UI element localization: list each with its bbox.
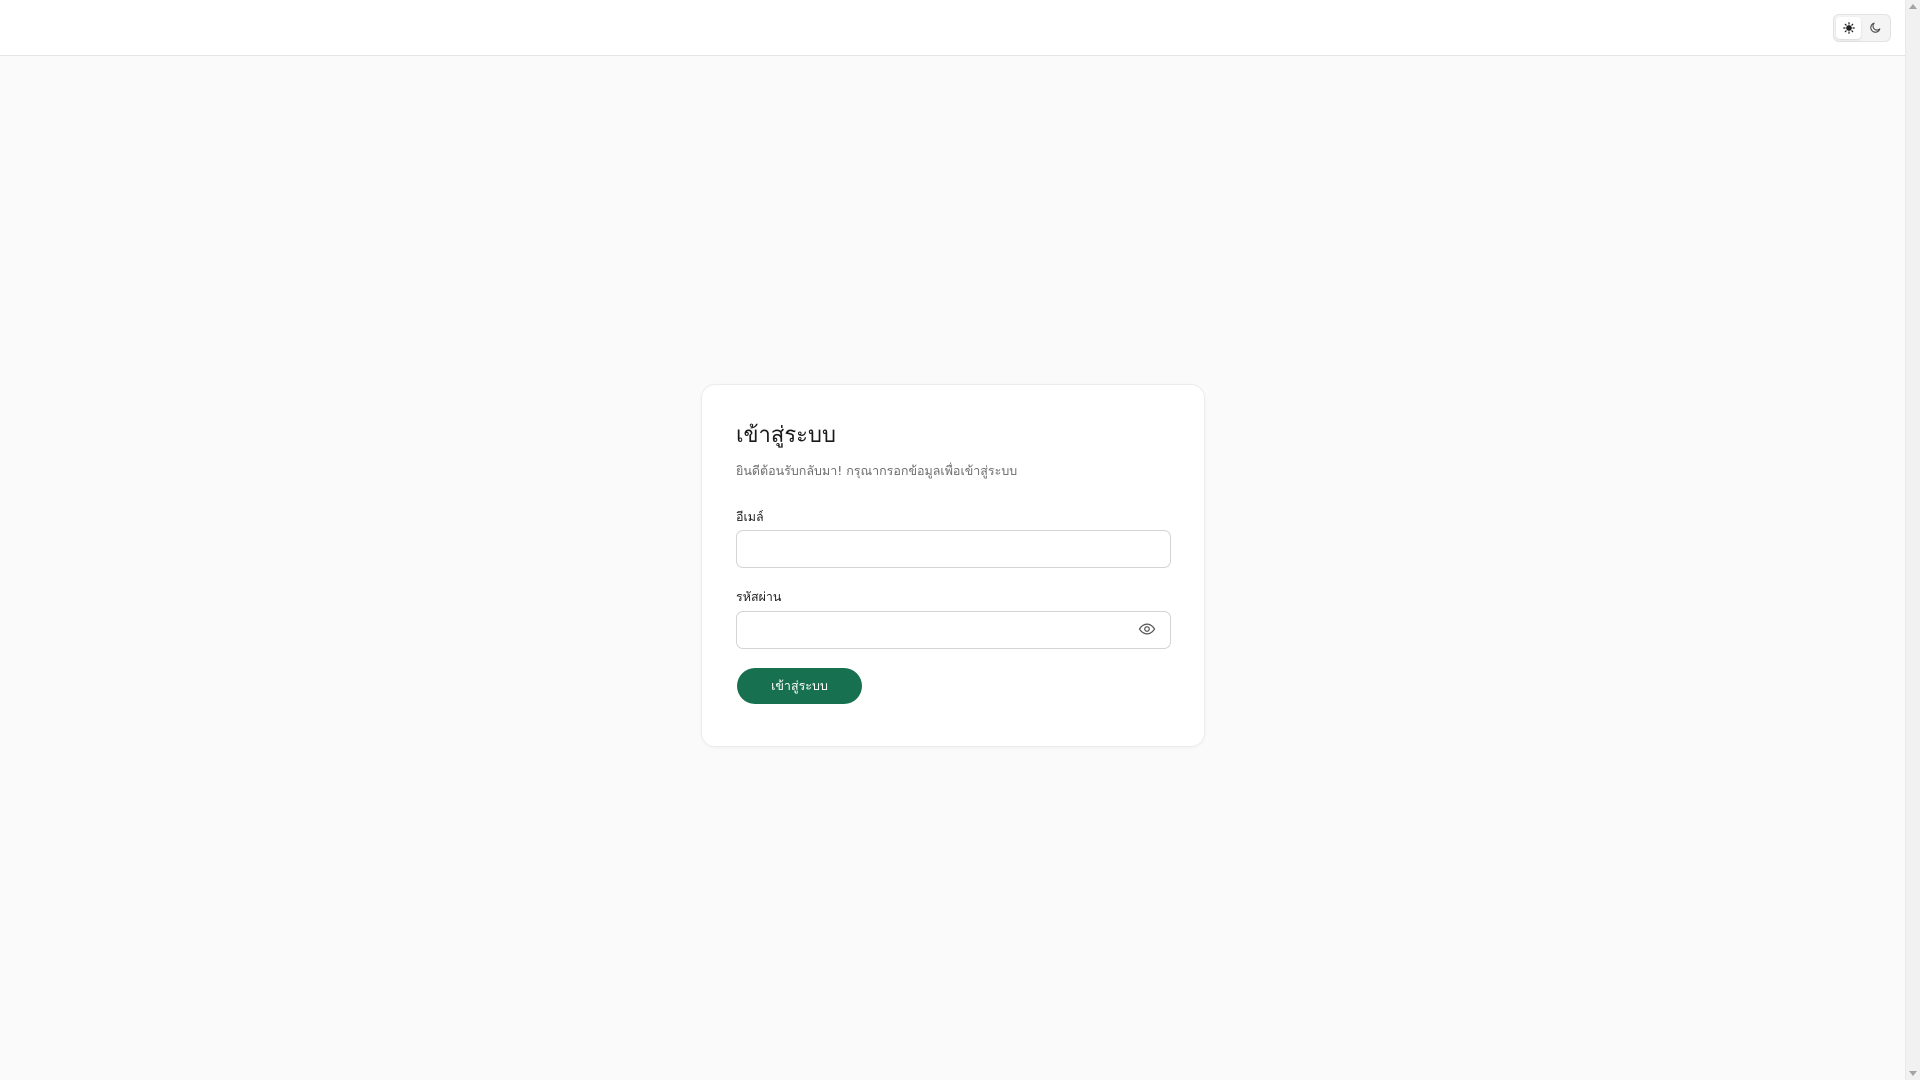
email-label: อีเมล์ — [736, 509, 764, 524]
moon-icon — [1869, 19, 1882, 38]
sun-icon — [1842, 19, 1855, 38]
scroll-down-icon[interactable] — [1909, 1071, 1917, 1076]
dark-mode-button[interactable] — [1863, 17, 1888, 39]
theme-toggle — [1833, 14, 1891, 42]
page-subtitle: ยินดีต้อนรับกลับมา! กรุณากรอกข้อมูลเพื่อ… — [736, 463, 1018, 478]
password-field-wrapper — [736, 611, 1171, 649]
email-field-wrapper — [736, 530, 1171, 568]
page-scrollbar[interactable] — [1905, 0, 1920, 1080]
login-card: เข้าสู่ระบบ ยินดีต้อนรับกลับมา! กรุณากรอ… — [701, 384, 1205, 747]
login-submit-button[interactable]: เข้าสู่ระบบ — [737, 668, 862, 704]
password-field[interactable] — [737, 612, 1170, 648]
scroll-up-icon[interactable] — [1909, 4, 1917, 9]
eye-icon — [1138, 620, 1156, 642]
page-title: เข้าสู่ระบบ — [736, 423, 836, 448]
top-bar — [0, 0, 1905, 56]
light-mode-button[interactable] — [1836, 17, 1861, 39]
show-password-button[interactable] — [1138, 622, 1156, 640]
email-field[interactable] — [737, 531, 1170, 567]
password-label: รหัสผ่าน — [736, 589, 782, 604]
